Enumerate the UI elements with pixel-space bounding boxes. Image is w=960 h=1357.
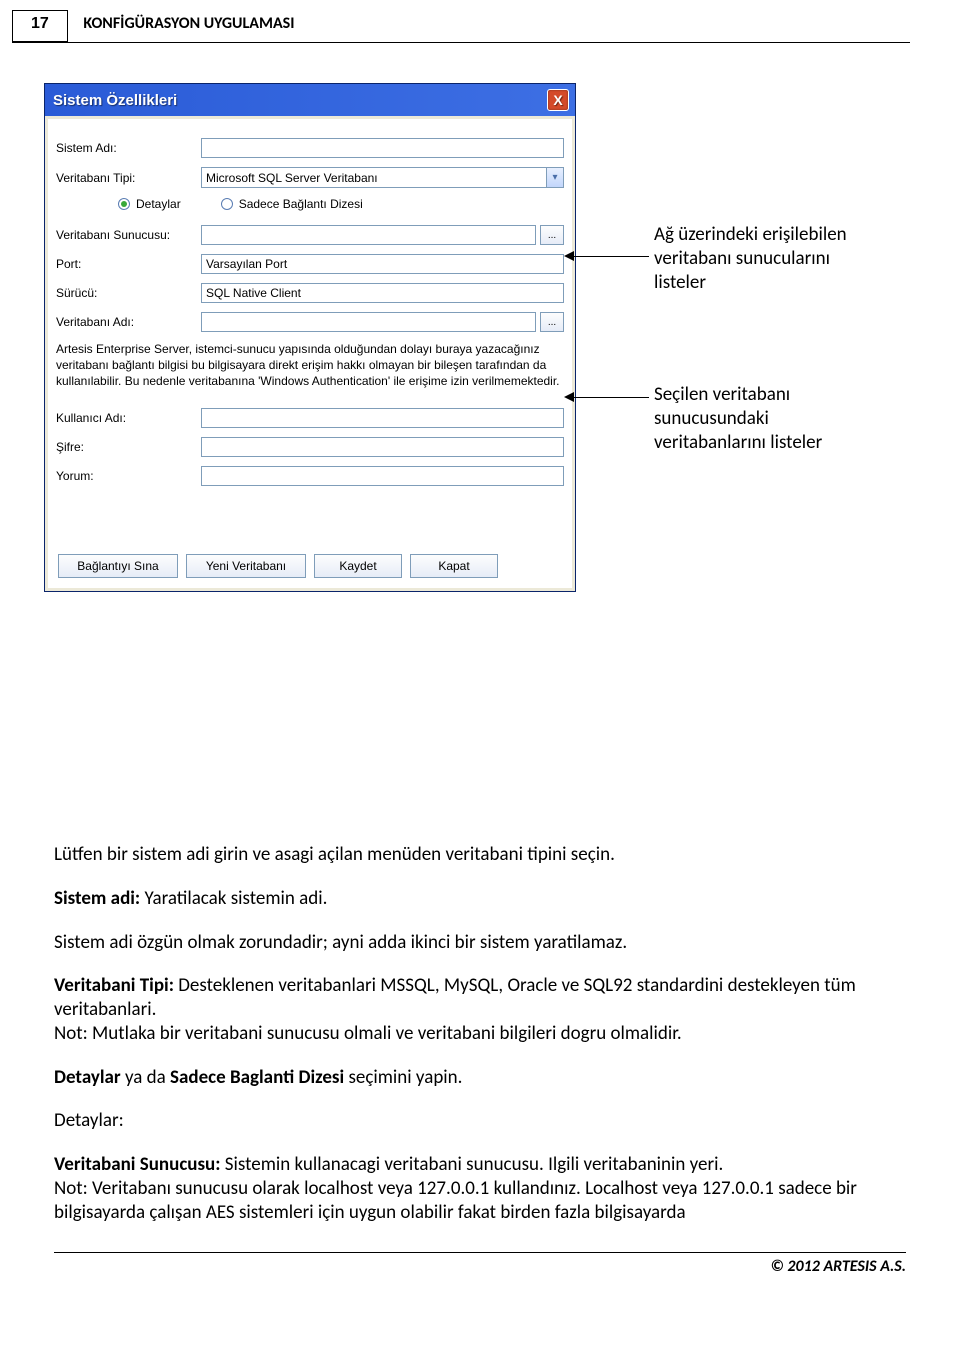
veritabani-adi-input[interactable] xyxy=(201,312,536,332)
footer-copyright: © 2012 ARTESIS A.S. xyxy=(0,1257,906,1276)
paragraph: Detaylar: xyxy=(54,1109,906,1133)
veritabani-sunucusu-browse-button[interactable]: ... xyxy=(540,225,564,245)
kullanici-adi-input[interactable] xyxy=(201,408,564,428)
surucu-input[interactable] xyxy=(201,283,564,303)
paragraph: Sistem adi özgün olmak zorundadir; ayni … xyxy=(54,931,906,955)
sistem-adi-label: Sistem Adı: xyxy=(56,141,201,155)
yorum-label: Yorum: xyxy=(56,469,201,483)
sadece-baglanti-radio-label: Sadece Bağlantı Dizesi xyxy=(239,197,363,211)
kapat-button[interactable]: Kapat xyxy=(410,554,498,578)
paragraph: Sistem adi: Yaratilacak sistemin adi. xyxy=(54,887,906,911)
baglanti-sina-button[interactable]: Bağlantıyı Sına xyxy=(58,554,178,578)
kaydet-button[interactable]: Kaydet xyxy=(314,554,402,578)
close-icon[interactable]: X xyxy=(547,89,569,111)
dialog-info-text: Artesis Enterprise Server, istemci-sunuc… xyxy=(56,341,564,390)
veritabani-adi-label: Veritabanı Adı: xyxy=(56,315,201,329)
paragraph: Detaylar ya da Sadece Baglanti Dizesi se… xyxy=(54,1066,906,1090)
port-label: Port: xyxy=(56,257,201,271)
page-number: 17 xyxy=(12,10,68,42)
paragraph: Veritabani Sunucusu: Sistemin kullanacag… xyxy=(54,1153,906,1224)
screenshot-figure: Sistem Özellikleri X Sistem Adı: Veritab… xyxy=(44,83,924,843)
chevron-down-icon: ▾ xyxy=(546,168,563,187)
veritabani-tipi-select[interactable]: Microsoft SQL Server Veritabanı ▾ xyxy=(201,167,564,188)
arrow-head-icon xyxy=(564,392,574,402)
page-title: KONFİGÜRASYON UYGULAMASI xyxy=(83,10,294,33)
surucu-label: Sürücü: xyxy=(56,286,201,300)
body-text: Lütfen bir sistem adi girin ve asagi açi… xyxy=(54,843,906,1224)
veritabani-adi-browse-button[interactable]: ... xyxy=(540,312,564,332)
dialog-window: Sistem Özellikleri X Sistem Adı: Veritab… xyxy=(44,83,576,592)
paragraph: Veritabani Tipi: Desteklenen veritabanla… xyxy=(54,974,906,1045)
paragraph: Lütfen bir sistem adi girin ve asagi açi… xyxy=(54,843,906,867)
annotation-sunucu: Ağ üzerindeki erişilebilen veritabanı su… xyxy=(654,223,854,294)
veritabani-sunucusu-input[interactable] xyxy=(201,225,536,245)
yeni-veritabani-button[interactable]: Yeni Veritabanı xyxy=(186,554,306,578)
arrow-head-icon xyxy=(564,251,574,261)
detaylar-radio-label: Detaylar xyxy=(136,197,181,211)
sadece-baglanti-radio[interactable] xyxy=(221,198,233,210)
detaylar-radio[interactable] xyxy=(118,198,130,210)
sifre-input[interactable] xyxy=(201,437,564,457)
dialog-title: Sistem Özellikleri xyxy=(53,92,177,109)
arrow-line xyxy=(574,256,649,257)
yorum-input[interactable] xyxy=(201,466,564,486)
sifre-label: Şifre: xyxy=(56,440,201,454)
veritabani-tipi-label: Veritabanı Tipi: xyxy=(56,171,201,185)
veritabani-sunucusu-label: Veritabanı Sunucusu: xyxy=(56,228,201,242)
port-input[interactable] xyxy=(201,254,564,274)
arrow-line xyxy=(574,397,649,398)
sistem-adi-input[interactable] xyxy=(201,138,564,158)
veritabani-tipi-value: Microsoft SQL Server Veritabanı xyxy=(202,171,546,185)
annotation-veritabani: Seçilen veritabanı sunucusundaki veritab… xyxy=(654,383,874,454)
dialog-titlebar: Sistem Özellikleri X xyxy=(45,84,575,116)
kullanici-adi-label: Kullanıcı Adı: xyxy=(56,411,201,425)
